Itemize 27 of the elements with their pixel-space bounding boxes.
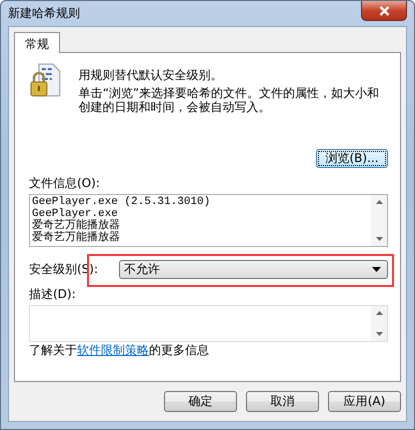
locked-file-icon xyxy=(29,63,61,99)
browse-button[interactable]: 浏览(B)... xyxy=(316,149,388,168)
dropdown-arrow-icon xyxy=(372,267,381,272)
close-icon xyxy=(378,6,390,16)
scroll-down-icon[interactable] xyxy=(376,332,382,336)
field-label: 描述(D): xyxy=(29,286,77,304)
list-line: GeePlayer.exe xyxy=(32,208,118,220)
dialog-button[interactable]: 取消 xyxy=(246,391,319,412)
field-label: 文件信息(O): xyxy=(29,175,101,192)
instruction-text: 单击“浏览”来选择要哈希的文件。文件的属性，如大小和创建的日期和时间，会被自动写入。 xyxy=(78,86,380,114)
intro-text: 用规则替代默认安全级别。 xyxy=(78,68,224,82)
list-line: 爱奇艺万能播放器 xyxy=(32,232,121,244)
more-info-text: 了解关于软件限制策略的更多信息 xyxy=(29,342,210,359)
description-field[interactable] xyxy=(29,305,388,342)
list-line: GeePlayer.exe (2.5.31.3010) xyxy=(32,196,212,208)
dialog-button[interactable]: 确定 xyxy=(164,391,237,412)
window-title: 新建哈希规则 xyxy=(8,5,80,22)
list-line: 爱奇艺万能播放器 xyxy=(32,220,121,232)
tab[interactable]: 常规 xyxy=(14,32,60,53)
scroll-up-icon[interactable] xyxy=(376,311,382,316)
scroll-down-icon[interactable] xyxy=(376,237,382,242)
security-level-dropdown[interactable]: 不允许 xyxy=(119,260,388,280)
file-info-list[interactable]: GeePlayer.exe (2.5.31.3010) GeePlayer.exe 爱奇艺万能播放器 爱奇艺万能播放器 xyxy=(29,194,388,248)
close-button[interactable] xyxy=(361,1,407,21)
scroll-up-icon[interactable] xyxy=(376,200,382,204)
policy-link[interactable]: 软件限制策略 xyxy=(77,343,149,357)
dialog-button[interactable]: 应用(A) xyxy=(328,391,401,412)
